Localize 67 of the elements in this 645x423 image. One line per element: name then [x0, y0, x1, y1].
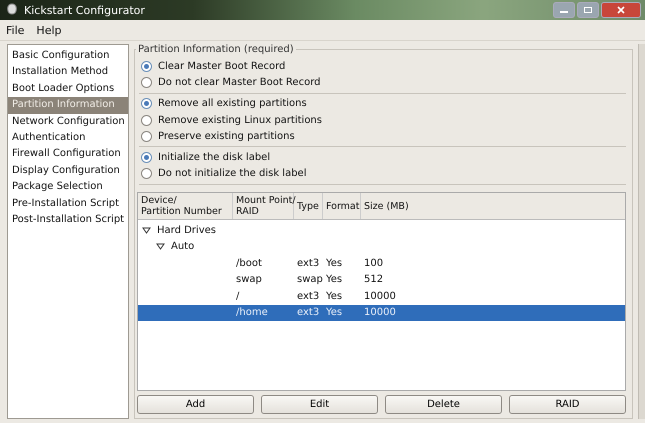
table-cell-text: 10000	[363, 307, 397, 318]
minimize-button[interactable]	[553, 2, 575, 18]
menu-item[interactable]: Help	[36, 24, 62, 36]
radio-label[interactable]: Clear Master Boot Record	[158, 60, 286, 72]
action-button[interactable]: Edit	[261, 395, 378, 414]
table-cell-text: Yes	[325, 290, 344, 302]
column-header[interactable]: Format	[323, 193, 361, 220]
radio-button[interactable]	[141, 168, 152, 180]
radio-label[interactable]: Preserve existing partitions	[158, 130, 295, 142]
tree-node[interactable]: Hard Drives	[157, 224, 216, 236]
section-title: Partition Information (required)	[136, 44, 296, 55]
action-button[interactable]: RAID	[509, 395, 626, 414]
column-header[interactable]: Device/ Partition Number	[138, 193, 233, 220]
sidebar-item[interactable]: Network Configuration	[8, 114, 128, 130]
table-cell-text: ext3	[296, 258, 320, 269]
table-cell-text: ext3	[296, 290, 320, 302]
expander-icon[interactable]	[156, 242, 165, 252]
sidebar-item[interactable]: Basic Configuration	[8, 48, 128, 64]
maximize-icon	[583, 6, 593, 14]
table-cell-text: Yes	[325, 258, 344, 269]
table-cell-text: 10000	[363, 290, 397, 302]
expander-icon[interactable]	[142, 226, 151, 235]
radio-label[interactable]: Remove all existing partitions	[158, 98, 307, 110]
close-icon	[616, 6, 626, 14]
action-button[interactable]: Add	[137, 395, 254, 414]
window-title: Kickstart Configurator	[24, 4, 145, 16]
table-cell-text: /	[235, 290, 240, 302]
table-cell-text: Yes	[325, 274, 344, 286]
radio-label[interactable]: Initialize the disk label	[158, 152, 270, 164]
table-cell-text: swap	[235, 274, 263, 286]
app-icon	[6, 3, 18, 17]
radio-label[interactable]: Do not clear Master Boot Record	[158, 76, 320, 88]
column-header[interactable]: Mount Point/ RAID	[233, 193, 294, 220]
column-header[interactable]: Type	[294, 193, 323, 220]
table-cell-text: /home	[235, 307, 269, 318]
column-header[interactable]: Size (MB)	[361, 193, 625, 220]
sidebar-item[interactable]: Authentication	[8, 130, 128, 146]
sidebar-item[interactable]: Pre-Installation Script	[8, 196, 128, 212]
sidebar-item[interactable]: Firewall Configuration	[8, 146, 128, 163]
table-cell-text: /boot	[235, 258, 263, 269]
radio-button[interactable]	[141, 60, 152, 72]
radio-button[interactable]	[141, 98, 152, 110]
sidebar-item[interactable]: Post-Installation Script	[8, 212, 128, 228]
table-row[interactable]: /boot ext3 Yes 100	[138, 255, 625, 272]
radio-button[interactable]	[141, 130, 152, 142]
radio-button[interactable]	[141, 76, 152, 88]
sidebar-item[interactable]: Boot Loader Options	[8, 80, 128, 98]
table-cell-text: ext3	[296, 307, 320, 318]
close-button[interactable]	[601, 2, 641, 18]
radio-button[interactable]	[141, 114, 152, 126]
sidebar-item[interactable]: Package Selection	[8, 179, 128, 196]
table-cell-text: swap	[296, 274, 323, 286]
action-button[interactable]: Delete	[385, 395, 502, 414]
table-row[interactable]: /home ext3 Yes 10000	[138, 304, 625, 322]
sidebar-item[interactable]: Display Configuration	[8, 162, 128, 180]
maximize-button[interactable]	[577, 2, 599, 18]
table-row[interactable]: / ext3 Yes 10000	[138, 288, 625, 305]
table-cell-text: Yes	[325, 307, 344, 318]
radio-button[interactable]	[141, 152, 152, 164]
table-cell-text: 512	[363, 274, 384, 286]
sidebar-item[interactable]: Installation Method	[8, 64, 128, 81]
radio-label[interactable]: Do not initialize the disk label	[158, 168, 306, 180]
table-row[interactable]: swap swap Yes 512	[138, 272, 625, 288]
tree-node[interactable]: Auto	[171, 241, 194, 252]
menu-item[interactable]: File	[6, 24, 24, 36]
radio-label[interactable]: Remove existing Linux partitions	[158, 114, 322, 126]
table-cell-text: 100	[363, 258, 384, 269]
